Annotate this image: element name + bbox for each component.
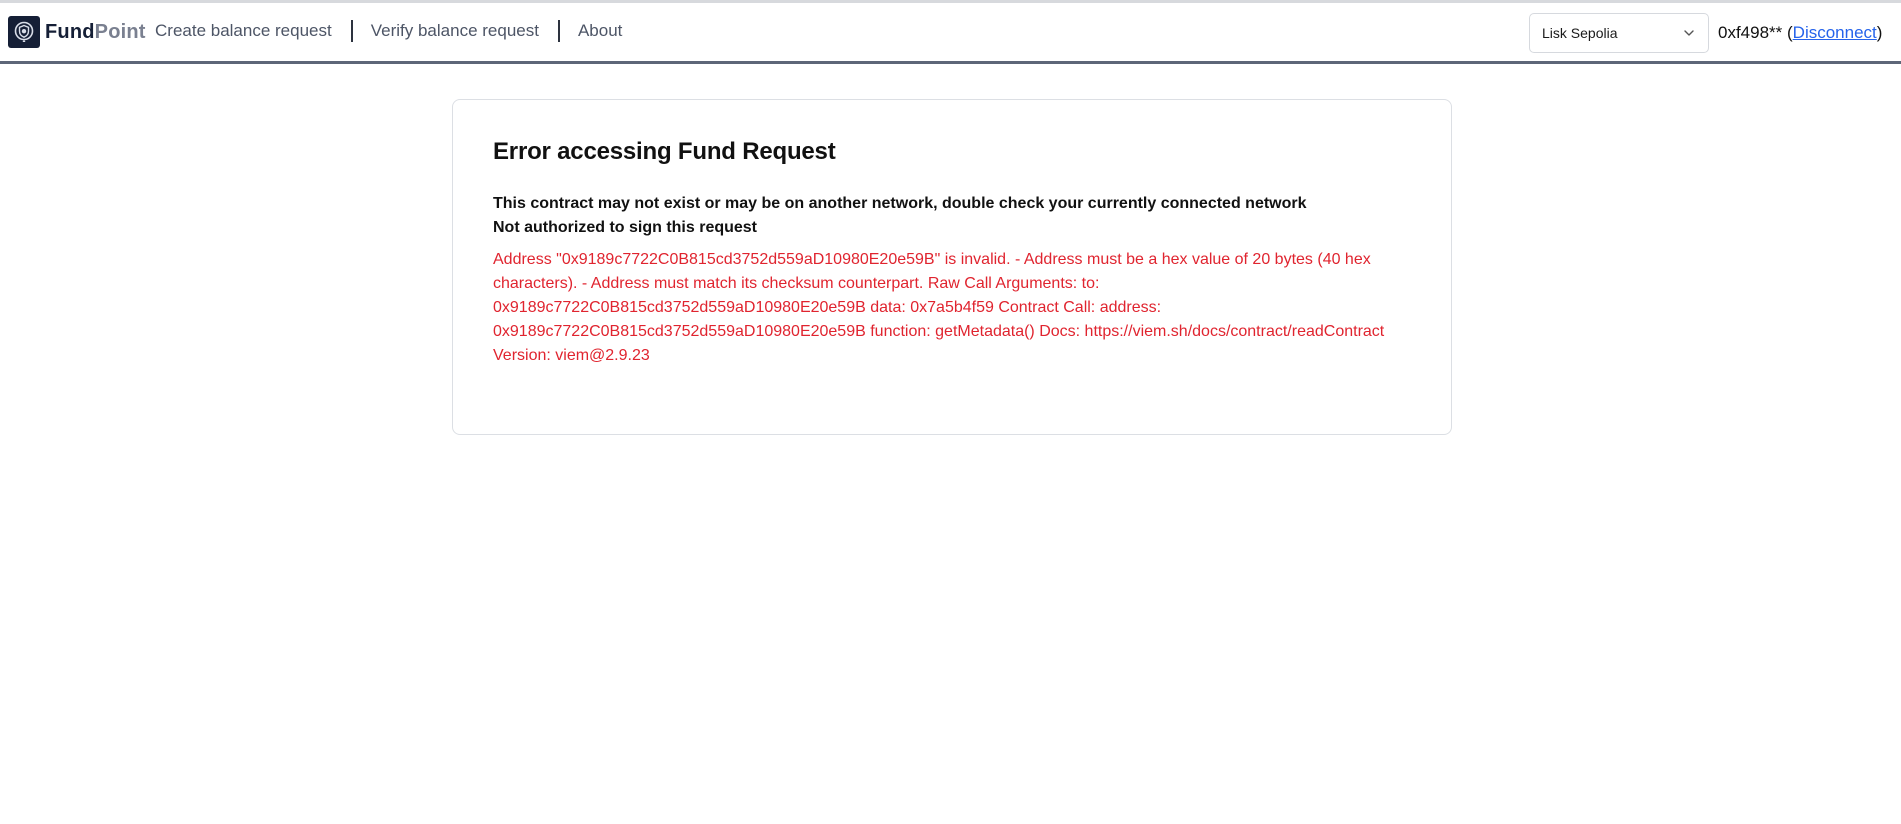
app-logo[interactable]: FundPoint — [8, 16, 146, 48]
network-select[interactable]: Lisk Sepolia — [1529, 13, 1709, 53]
account-info: 0xf498** (Disconnect) — [1718, 23, 1882, 43]
paren-close: ) — [1876, 23, 1883, 42]
account-address: 0xf498** — [1718, 23, 1783, 42]
shield-check-icon — [8, 16, 40, 48]
brand-name: FundPoint — [45, 21, 146, 44]
nav-divider — [350, 20, 353, 42]
brand-name-point: Point — [94, 20, 146, 43]
nav-about[interactable]: About — [578, 21, 622, 41]
error-messages: This contract may not exist or may be on… — [493, 192, 1411, 240]
main-nav: Create balance request Verify balance re… — [155, 20, 622, 42]
error-message-auth: Not authorized to sign this request — [493, 219, 758, 236]
nav-verify-balance-request[interactable]: Verify balance request — [371, 21, 539, 41]
network-select-value: Lisk Sepolia — [1542, 25, 1618, 41]
disconnect-link[interactable]: Disconnect — [1793, 23, 1877, 42]
brand-name-fund: Fund — [45, 20, 95, 43]
error-title: Error accessing Fund Request — [493, 138, 836, 165]
app-header: FundPoint Create balance request Verify … — [0, 3, 1901, 64]
error-card: Error accessing Fund Request This contra… — [452, 99, 1452, 435]
nav-divider — [557, 20, 560, 42]
nav-create-balance-request[interactable]: Create balance request — [155, 21, 332, 41]
error-message-network: This contract may not exist or may be on… — [493, 195, 1307, 212]
error-detail: Address "0x9189c7722C0B815cd3752d559aD10… — [493, 251, 1385, 364]
paren-open: ( — [1782, 23, 1793, 42]
chevron-down-icon — [1684, 30, 1694, 36]
